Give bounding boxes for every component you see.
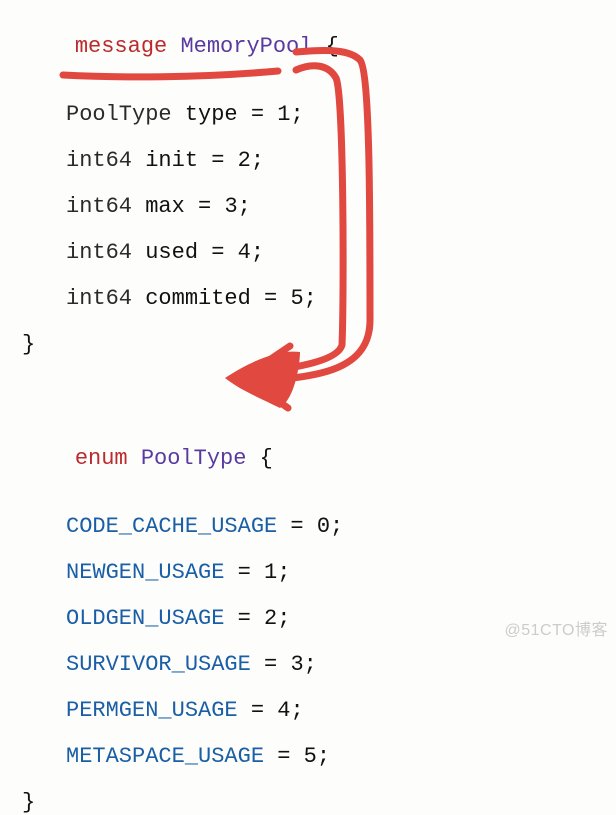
enum-const: CODE_CACHE_USAGE: [66, 514, 277, 539]
field-name: init: [145, 148, 198, 173]
blank-line: [22, 380, 616, 402]
enum-const: SURVIVOR_USAGE: [66, 652, 251, 677]
code-block: message MemoryPool { PoolType type = 1; …: [0, 0, 616, 814]
field-type: int64: [66, 240, 132, 265]
field-name: commited: [145, 286, 251, 311]
keyword-message: message: [75, 34, 167, 59]
field-type: PoolType: [66, 102, 172, 127]
field-name: type: [185, 102, 238, 127]
message-decl-line: message MemoryPool {: [22, 14, 616, 80]
enum-const: METASPACE_USAGE: [66, 744, 264, 769]
brace-open: {: [260, 446, 273, 471]
watermark: @51CTO博客: [504, 616, 608, 640]
enum-value-line: METASPACE_USAGE = 5;: [22, 746, 616, 768]
field-line: int64 max = 3;: [22, 196, 616, 218]
enum-value-line: PERMGEN_USAGE = 4;: [22, 700, 616, 722]
field-num: 1: [277, 102, 290, 127]
field-line: int64 used = 4;: [22, 242, 616, 264]
enum-decl-line: enum PoolType {: [22, 426, 616, 492]
brace-close-line: }: [22, 334, 616, 356]
enum-value-line: CODE_CACHE_USAGE = 0;: [22, 516, 616, 538]
field-line: int64 commited = 5;: [22, 288, 616, 310]
field-type: int64: [66, 148, 132, 173]
type-name-pooltype: PoolType: [141, 446, 247, 471]
field-num: 4: [238, 240, 251, 265]
keyword-enum: enum: [75, 446, 128, 471]
field-num: 5: [290, 286, 303, 311]
field-type: int64: [66, 286, 132, 311]
field-name: used: [145, 240, 198, 265]
enum-const: OLDGEN_USAGE: [66, 606, 224, 631]
enum-const: PERMGEN_USAGE: [66, 698, 238, 723]
field-num: 3: [224, 194, 237, 219]
field-line: PoolType type = 1;: [22, 104, 616, 126]
type-name-memorypool: MemoryPool: [180, 34, 312, 59]
enum-const: NEWGEN_USAGE: [66, 560, 224, 585]
brace-close-line: }: [22, 792, 616, 814]
field-num: 2: [238, 148, 251, 173]
field-line: int64 init = 2;: [22, 150, 616, 172]
field-type: int64: [66, 194, 132, 219]
enum-value-line: SURVIVOR_USAGE = 3;: [22, 654, 616, 676]
field-name: max: [145, 194, 185, 219]
brace-open: {: [326, 34, 339, 59]
enum-value-line: NEWGEN_USAGE = 1;: [22, 562, 616, 584]
